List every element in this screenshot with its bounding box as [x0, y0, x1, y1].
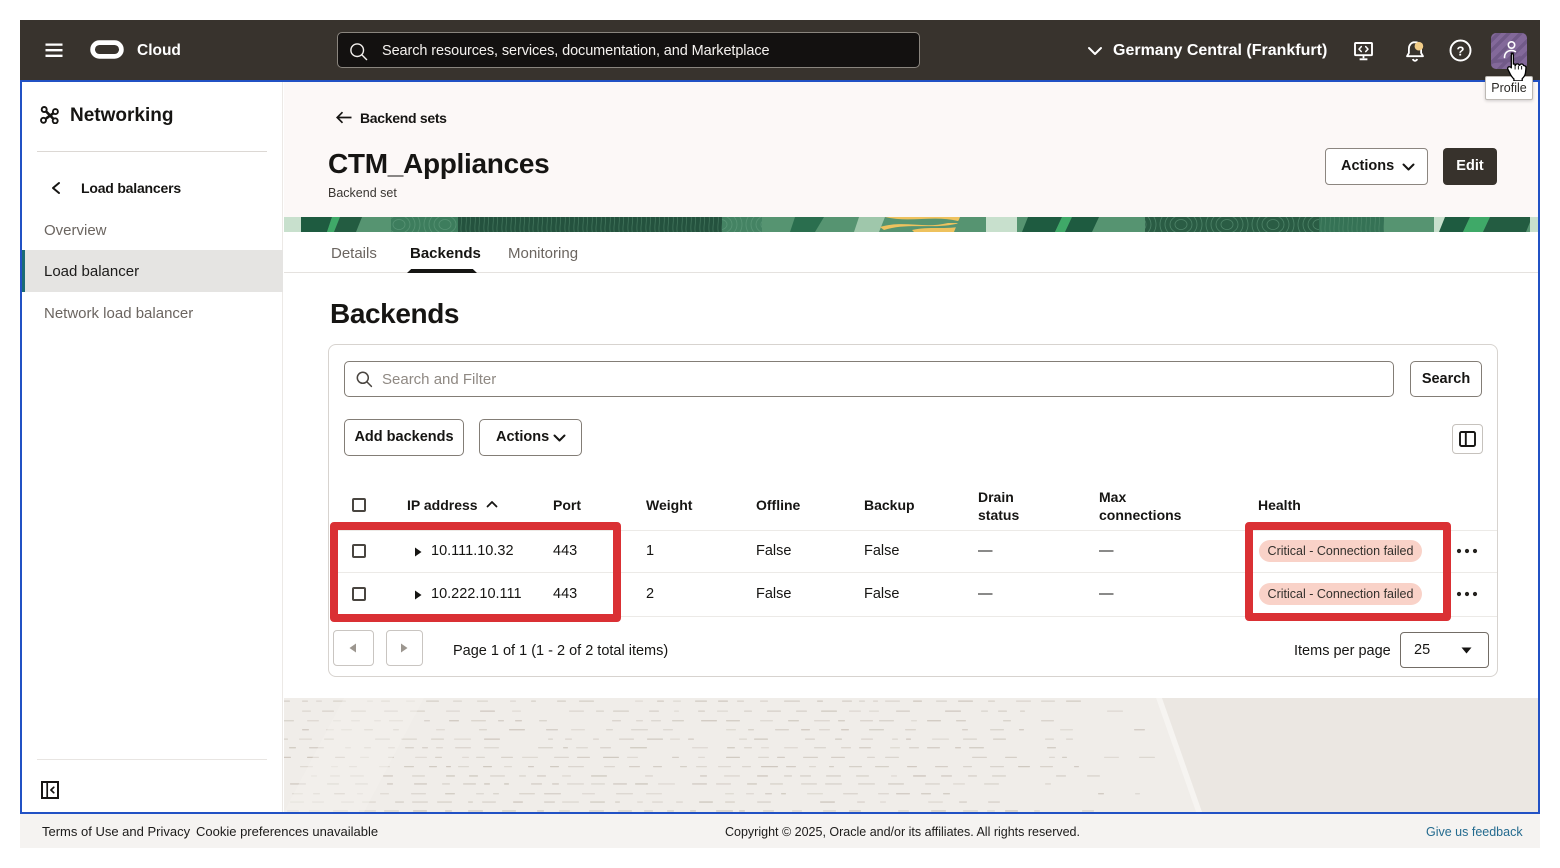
svg-text:?: ? — [1457, 43, 1465, 58]
